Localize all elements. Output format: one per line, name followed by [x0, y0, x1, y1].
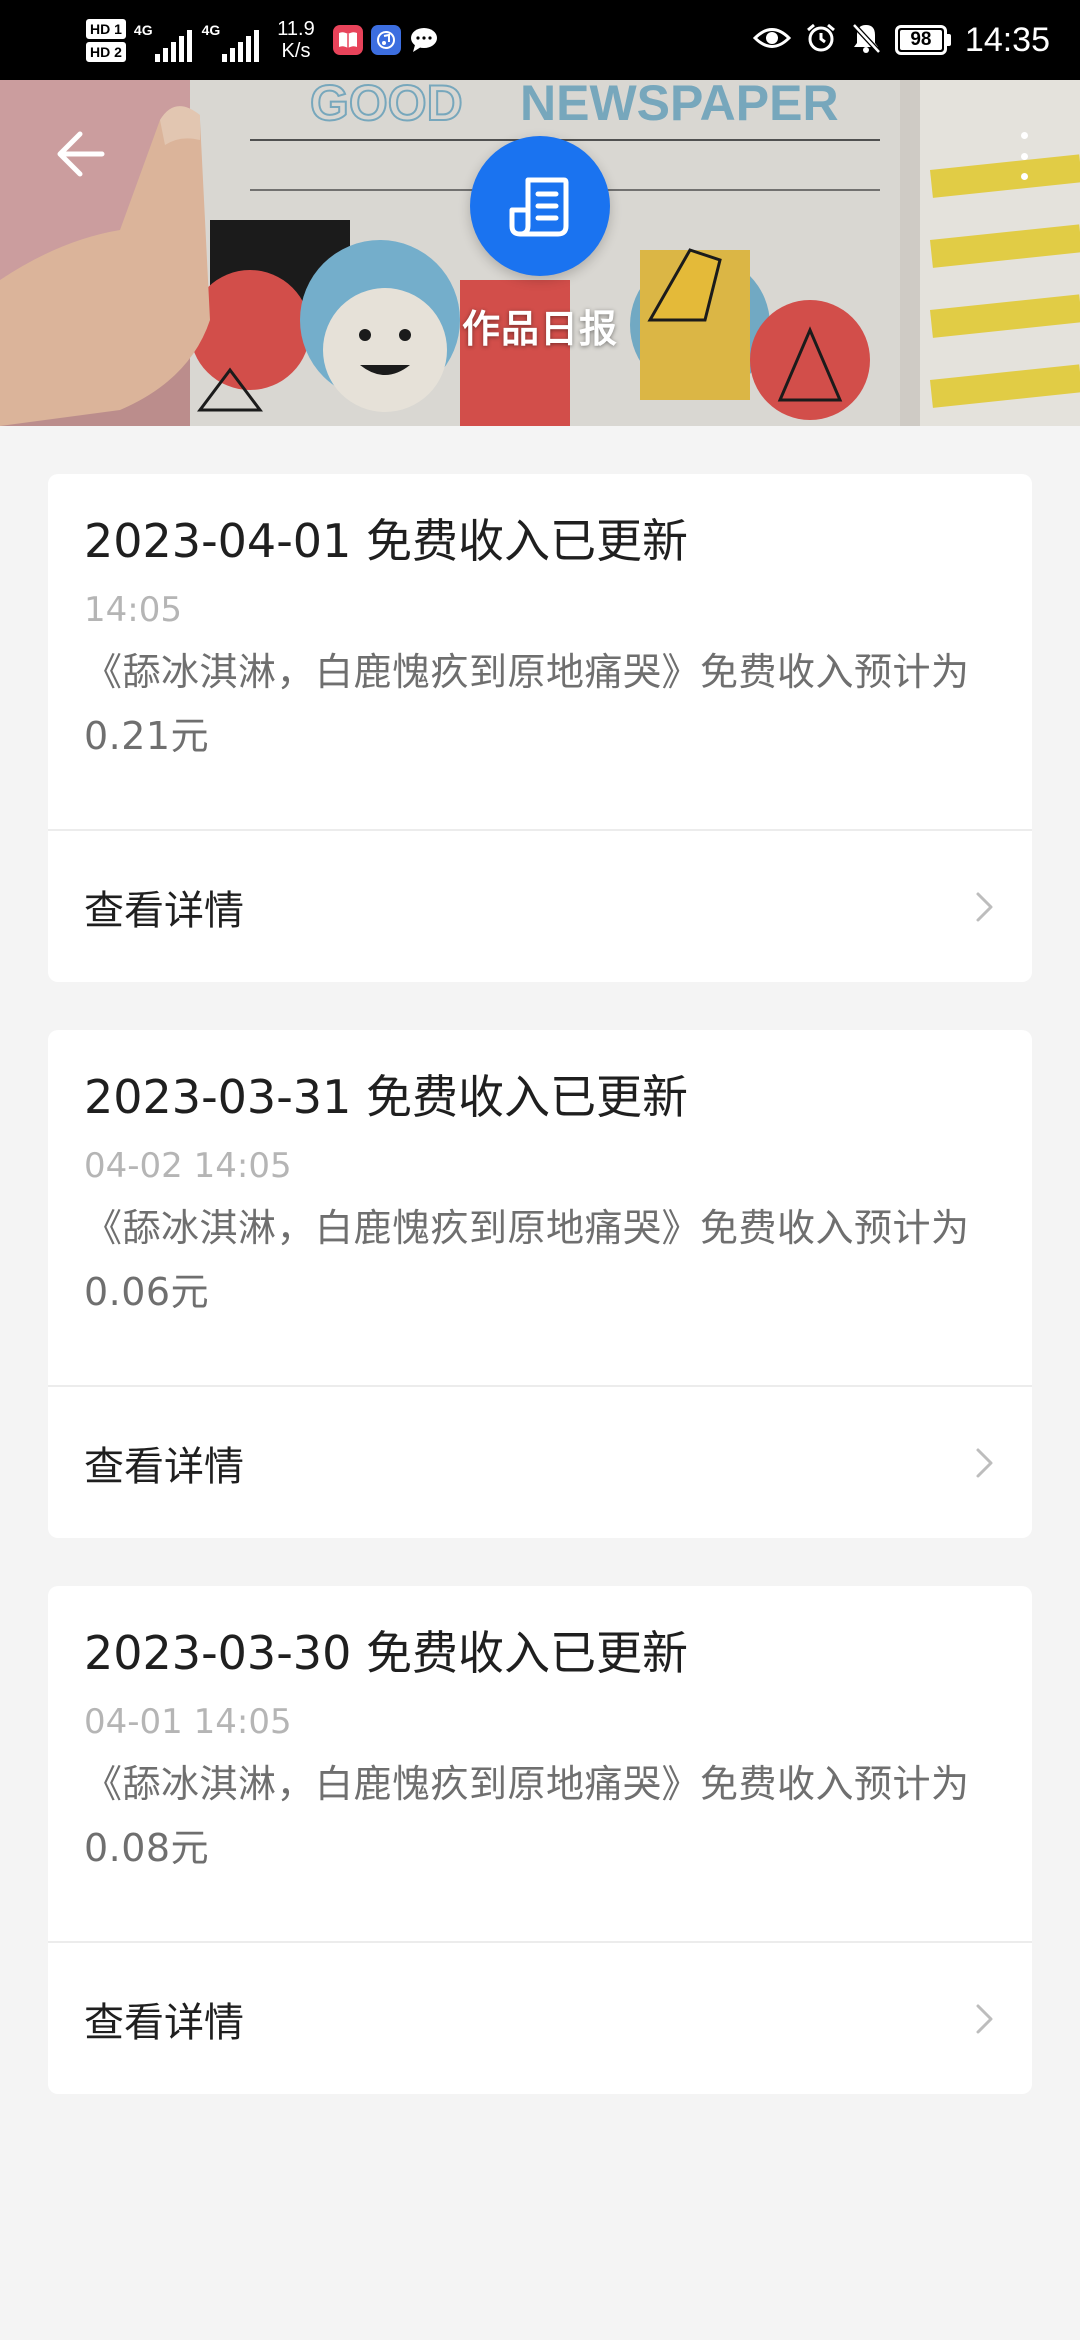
- report-title: 2023-04-01 免费收入已更新: [84, 514, 688, 568]
- report-description: 《舔冰淇淋，白鹿愧疚到原地痛哭》免费收入预计为0.08元: [84, 1762, 970, 1870]
- message-icon: [409, 25, 439, 55]
- hd-indicators: HD 1 HD 2: [86, 18, 126, 62]
- battery-icon: 98: [894, 25, 951, 55]
- view-details-label: 查看详情: [84, 887, 244, 934]
- report-card: 2023-03-31 免费收入已更新 04-02 14:05 《舔冰淇淋，白鹿愧…: [48, 1030, 1032, 1538]
- hd2-badge: HD 2: [86, 41, 126, 62]
- view-details-label: 查看详情: [84, 1443, 244, 1490]
- status-bar-left: HD 1 HD 2 4G 4G 11.9 K/s: [86, 0, 439, 80]
- status-bar: HD 1 HD 2 4G 4G 11.9 K/s 98 14:35: [0, 0, 1080, 80]
- report-card-body[interactable]: 2023-04-01 免费收入已更新 14:05 《舔冰淇淋，白鹿愧疚到原地痛哭…: [48, 474, 1032, 831]
- report-time: 04-01 14:05: [84, 1702, 292, 1742]
- back-button[interactable]: [52, 124, 112, 184]
- eye-icon: [752, 25, 792, 55]
- network-speed-unit: K/s: [281, 40, 311, 62]
- status-bar-right: 98 14:35: [752, 0, 1050, 80]
- mute-icon: [851, 22, 881, 58]
- report-title: 2023-03-31 免费收入已更新: [84, 1070, 688, 1124]
- report-description: 《舔冰淇淋，白鹿愧疚到原地痛哭》免费收入预计为0.06元: [84, 1206, 970, 1314]
- view-details-label: 查看详情: [84, 1999, 244, 2046]
- newspaper-icon: [509, 177, 569, 237]
- signal-2: 4G: [202, 18, 260, 62]
- music-app-icon: [370, 25, 401, 55]
- report-list: 2023-04-01 免费收入已更新 14:05 《舔冰淇淋，白鹿愧疚到原地痛哭…: [48, 474, 1032, 2142]
- chevron-right-icon: [976, 892, 993, 921]
- chevron-right-icon: [976, 1448, 993, 1477]
- report-title: 2023-03-30 免费收入已更新: [84, 1626, 688, 1680]
- network-speed-value: 11.9: [277, 18, 315, 40]
- chevron-right-icon: [976, 2004, 993, 2033]
- view-details-button[interactable]: 查看详情: [48, 831, 1032, 982]
- header-banner: GOOD NEWSPAPER 作品日报: [0, 80, 1080, 426]
- back-arrow-icon: [57, 131, 105, 177]
- network-type-1: 4G: [133, 22, 153, 38]
- report-description: 《舔冰淇淋，白鹿愧疚到原地痛哭》免费收入预计为0.21元: [84, 650, 970, 758]
- report-card-body[interactable]: 2023-03-30 免费收入已更新 04-01 14:05 《舔冰淇淋，白鹿愧…: [48, 1586, 1032, 1943]
- hd1-badge: HD 1: [86, 18, 126, 39]
- more-vertical-icon: [1020, 132, 1028, 139]
- report-time: 14:05: [84, 590, 182, 630]
- view-details-button[interactable]: 查看详情: [48, 1387, 1032, 1538]
- signal-1: 4G: [134, 18, 192, 62]
- signal-bars-icon: [222, 30, 260, 62]
- view-details-button[interactable]: 查看详情: [48, 1943, 1032, 2094]
- more-options-button[interactable]: [1014, 126, 1034, 186]
- status-time: 14:35: [964, 20, 1050, 59]
- report-card-body[interactable]: 2023-03-31 免费收入已更新 04-02 14:05 《舔冰淇淋，白鹿愧…: [48, 1030, 1032, 1387]
- network-speed: 11.9 K/s: [277, 18, 314, 62]
- signal-bars-icon: [154, 30, 192, 62]
- report-time: 04-02 14:05: [84, 1146, 292, 1186]
- report-card: 2023-04-01 免费收入已更新 14:05 《舔冰淇淋，白鹿愧疚到原地痛哭…: [48, 474, 1032, 982]
- battery-level: 98: [899, 30, 942, 50]
- daily-report-logo: [470, 136, 610, 276]
- report-card: 2023-03-30 免费收入已更新 04-01 14:05 《舔冰淇淋，白鹿愧…: [48, 1586, 1032, 2094]
- page-title: 作品日报: [461, 307, 618, 351]
- network-type-2: 4G: [201, 22, 221, 38]
- book-app-icon: [332, 25, 363, 55]
- alarm-icon: [805, 22, 837, 58]
